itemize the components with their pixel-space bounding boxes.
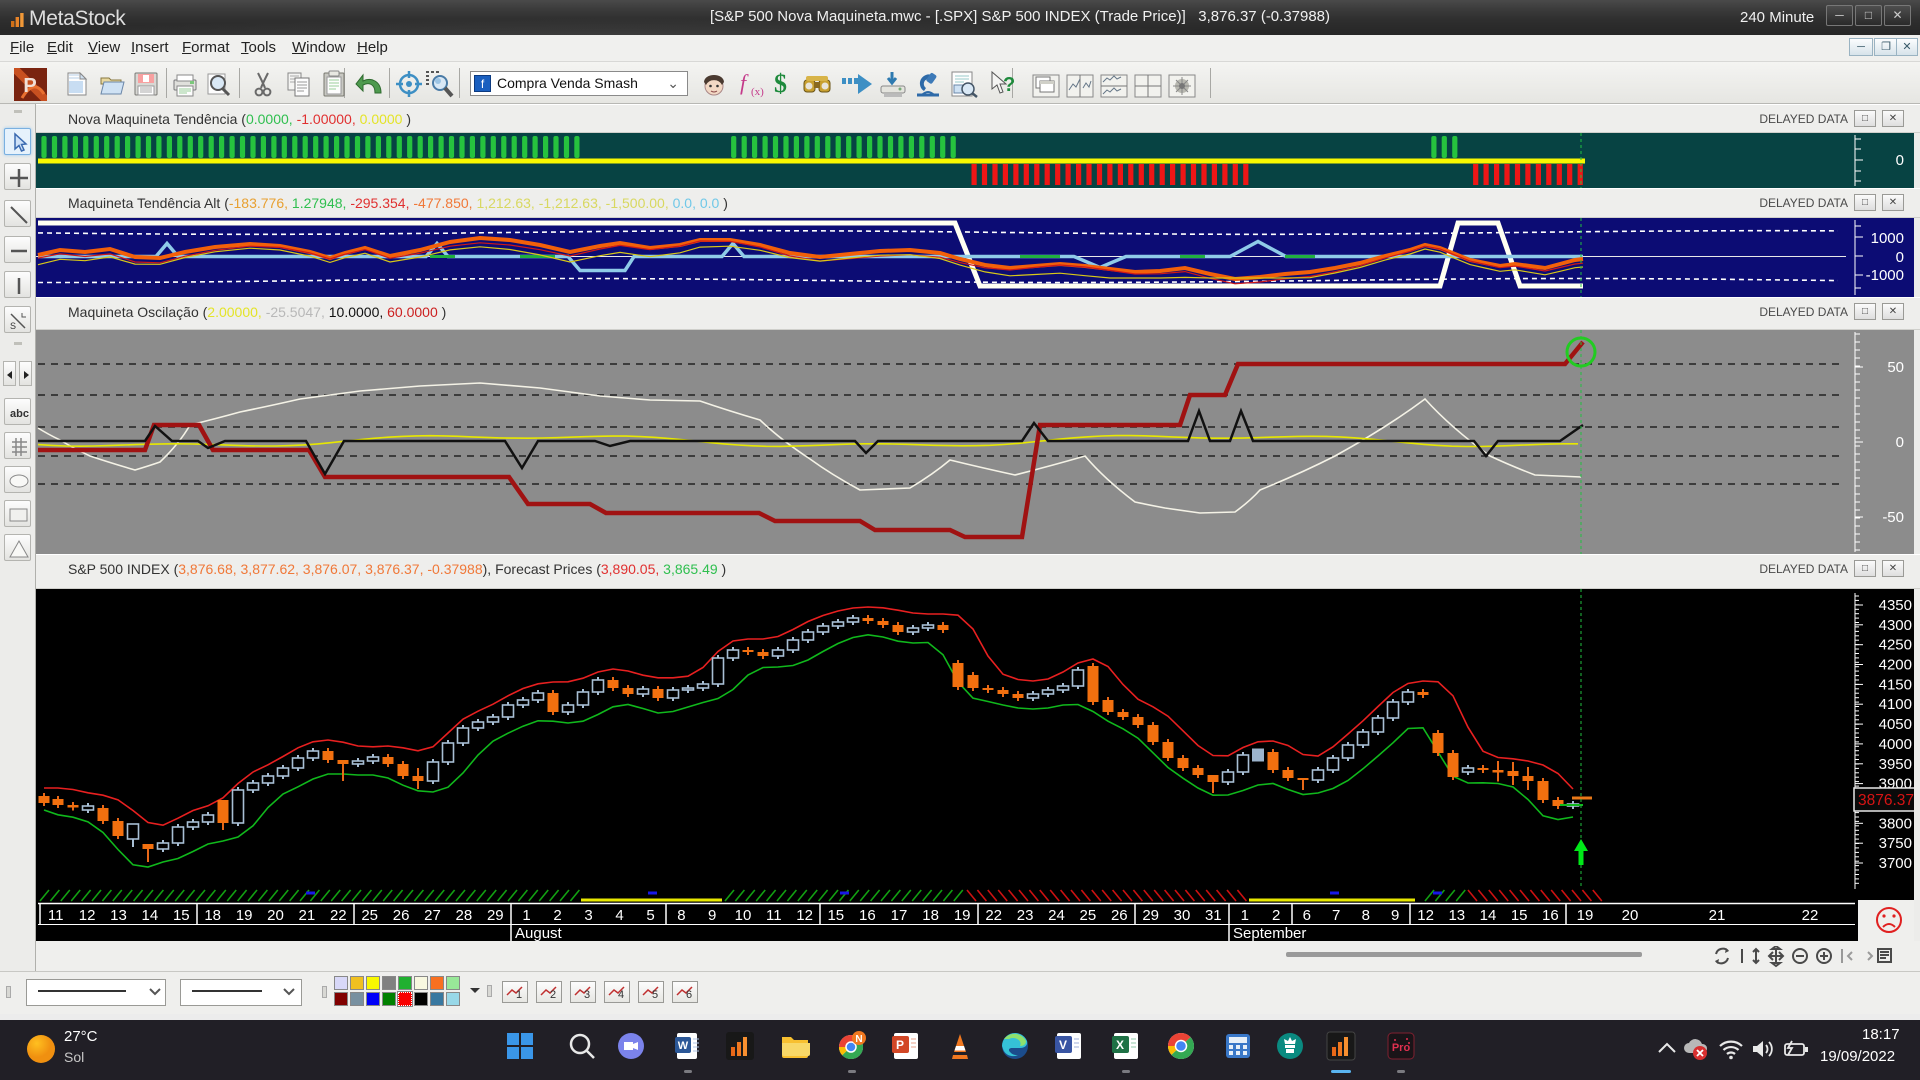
svg-text:30: 30: [1174, 907, 1191, 924]
svg-text:14: 14: [1480, 907, 1497, 924]
svg-text:4250: 4250: [1879, 637, 1912, 654]
svg-text:13: 13: [1448, 907, 1465, 924]
svg-text:3750: 3750: [1879, 835, 1912, 852]
svg-text:9: 9: [708, 907, 716, 924]
svg-text:15: 15: [827, 907, 844, 924]
svg-text:21: 21: [1709, 907, 1726, 924]
svg-text:2: 2: [550, 989, 556, 1000]
svg-text:1: 1: [516, 989, 522, 1000]
svg-text:19: 19: [236, 907, 253, 924]
svg-text:4100: 4100: [1879, 696, 1912, 713]
svg-text:4150: 4150: [1879, 676, 1912, 693]
svg-text:(x): (x): [751, 86, 764, 98]
svg-text:2: 2: [553, 907, 561, 924]
svg-text:23: 23: [1017, 907, 1034, 924]
svg-text:14: 14: [142, 907, 159, 924]
svg-text:29: 29: [1142, 907, 1159, 924]
svg-text:25: 25: [1080, 907, 1097, 924]
svg-text:22: 22: [330, 907, 347, 924]
svg-text:2: 2: [1272, 907, 1280, 924]
svg-text:17: 17: [891, 907, 908, 924]
svg-text:19: 19: [1577, 907, 1594, 924]
svg-text:August: August: [515, 925, 563, 941]
svg-text:26: 26: [393, 907, 410, 924]
svg-text:6: 6: [1303, 907, 1311, 924]
svg-text:12: 12: [1417, 907, 1434, 924]
svg-text:18: 18: [204, 907, 221, 924]
svg-text:4: 4: [618, 989, 624, 1000]
svg-text:3876.370: 3876.370: [1858, 792, 1920, 809]
svg-text:13: 13: [110, 907, 127, 924]
svg-text:15: 15: [173, 907, 190, 924]
svg-text:28: 28: [456, 907, 473, 924]
svg-text:16: 16: [1542, 907, 1559, 924]
svg-text:3700: 3700: [1879, 855, 1912, 872]
svg-text:31: 31: [1205, 907, 1222, 924]
svg-text:abc: abc: [10, 408, 29, 420]
svg-text:0: 0: [1896, 249, 1904, 266]
svg-text:50: 50: [1887, 359, 1904, 376]
svg-text:Pro: Pro: [1392, 1042, 1411, 1054]
svg-text:September: September: [1233, 925, 1306, 941]
svg-text:4: 4: [615, 907, 623, 924]
svg-text:3: 3: [584, 907, 592, 924]
svg-text:N: N: [855, 1034, 862, 1045]
svg-text:11: 11: [48, 907, 64, 924]
svg-text:27: 27: [424, 907, 441, 924]
svg-text:4300: 4300: [1879, 617, 1912, 634]
svg-text:P: P: [896, 1038, 904, 1052]
svg-text:16: 16: [859, 907, 876, 924]
svg-text:26: 26: [1111, 907, 1128, 924]
svg-text:25: 25: [361, 907, 378, 924]
svg-text:1: 1: [522, 907, 530, 924]
svg-text:0: 0: [1896, 434, 1904, 451]
svg-text:29: 29: [487, 907, 504, 924]
svg-text:6: 6: [686, 989, 692, 1000]
svg-text:7: 7: [1332, 907, 1340, 924]
svg-text:10: 10: [735, 907, 752, 924]
svg-text:4050: 4050: [1879, 716, 1912, 733]
svg-text:4000: 4000: [1879, 736, 1912, 753]
svg-text:20: 20: [267, 907, 284, 924]
svg-text:4200: 4200: [1879, 657, 1912, 674]
svg-text:5: 5: [652, 989, 658, 1000]
svg-text:3: 3: [584, 989, 590, 1000]
svg-text:15: 15: [1511, 907, 1528, 924]
svg-text:22: 22: [1802, 907, 1819, 924]
svg-text:0: 0: [1896, 152, 1904, 169]
svg-text:X: X: [1116, 1038, 1124, 1052]
svg-text:5: 5: [646, 907, 654, 924]
svg-text:20: 20: [1622, 907, 1639, 924]
svg-text:W: W: [678, 1040, 689, 1052]
svg-text:$: $: [774, 69, 787, 98]
svg-text:11: 11: [766, 907, 782, 924]
svg-text:3800: 3800: [1879, 815, 1912, 832]
svg-text:12: 12: [796, 907, 813, 924]
svg-text:18: 18: [922, 907, 939, 924]
svg-text:f: f: [740, 70, 749, 95]
svg-text:?: ?: [1003, 74, 1015, 96]
svg-text:1: 1: [1241, 907, 1249, 924]
svg-text:12: 12: [79, 907, 96, 924]
svg-text:1000: 1000: [1871, 230, 1904, 247]
svg-text:8: 8: [1362, 907, 1370, 924]
svg-text:8: 8: [677, 907, 685, 924]
svg-text:9: 9: [1391, 907, 1399, 924]
svg-text:22: 22: [985, 907, 1002, 924]
svg-text:24: 24: [1048, 907, 1065, 924]
svg-text:19: 19: [954, 907, 971, 924]
svg-text:3950: 3950: [1879, 756, 1912, 773]
svg-text:V: V: [1059, 1038, 1067, 1052]
svg-text:21: 21: [299, 907, 316, 924]
svg-text:-1000: -1000: [1866, 267, 1904, 284]
svg-text:-50: -50: [1882, 509, 1904, 526]
svg-text:4350: 4350: [1879, 597, 1912, 614]
svg-text:P: P: [23, 75, 36, 97]
svg-text:S: S: [10, 321, 16, 331]
